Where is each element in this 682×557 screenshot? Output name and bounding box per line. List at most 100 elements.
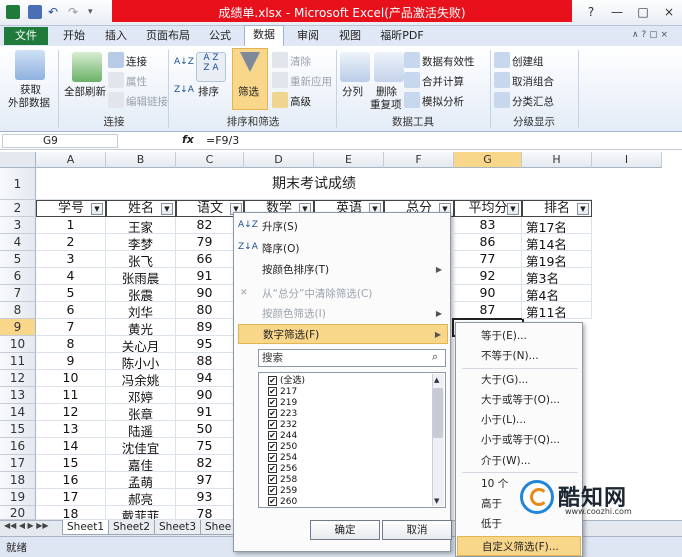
cell-chinese[interactable]: 80 <box>176 302 234 319</box>
cell-average[interactable]: 92 <box>454 268 522 285</box>
cell-name[interactable]: 沈佳宜 <box>106 438 176 455</box>
redo-icon[interactable]: ↷ <box>68 5 82 19</box>
cell-rank[interactable]: 第14名 <box>522 234 592 251</box>
cell-average[interactable]: 90 <box>454 285 522 302</box>
row-header[interactable]: 9 <box>0 319 36 336</box>
cell-id[interactable]: 6 <box>36 302 106 319</box>
tab-home[interactable]: 开始 <box>56 27 92 45</box>
cell-id[interactable]: 13 <box>36 421 106 438</box>
row-header[interactable]: 5 <box>0 251 36 268</box>
cell-name[interactable]: 张震 <box>106 285 176 302</box>
subtotal-button[interactable]: 分类汇总 <box>512 94 554 109</box>
tab-file[interactable]: 文件 <box>4 27 48 45</box>
cell-chinese[interactable]: 88 <box>176 353 234 370</box>
cell-name[interactable]: 戴菲菲 <box>106 506 176 520</box>
menu-filter-by-color[interactable]: 按颜色筛选(I) ▶ <box>238 304 448 324</box>
row-header[interactable]: 3 <box>0 217 36 234</box>
maximize-button[interactable]: □ <box>630 3 656 21</box>
insert-function-icon[interactable]: fx <box>182 133 194 146</box>
cell-chinese[interactable]: 89 <box>176 319 234 336</box>
menu-clear-filter[interactable]: 从“总分”中清除筛选(C) <box>238 284 448 304</box>
cell-name[interactable]: 关心月 <box>106 336 176 353</box>
cell-rank[interactable]: 第11名 <box>522 302 592 319</box>
cell-average[interactable]: 86 <box>454 234 522 251</box>
sort-az-icon[interactable]: A↓Z <box>174 58 194 74</box>
sheet-title[interactable]: 期末考试成绩 <box>36 168 592 200</box>
cell-id[interactable]: 1 <box>36 217 106 234</box>
filter-dropdown-button[interactable]: ▼ <box>91 203 103 215</box>
undo-icon[interactable]: ↶ <box>48 5 62 19</box>
help-icon[interactable]: ? <box>578 3 604 21</box>
submenu-greater-or-equal[interactable]: 大于或等于(O)... <box>457 390 581 410</box>
row-header[interactable]: 15 <box>0 421 36 438</box>
ribbon-collapse-icon[interactable]: ∧ ? ▢ × <box>632 30 668 40</box>
row-header[interactable]: 2 <box>0 200 36 217</box>
cell-id[interactable]: 11 <box>36 387 106 404</box>
column-header-h[interactable]: H <box>522 152 592 168</box>
tab-review[interactable]: 审阅 <box>290 27 326 45</box>
cell-id[interactable]: 17 <box>36 489 106 506</box>
sort-button[interactable]: 排序 <box>198 84 219 99</box>
row-header[interactable]: 11 <box>0 353 36 370</box>
cell-average[interactable]: 77 <box>454 251 522 268</box>
cell-chinese[interactable]: 93 <box>176 489 234 506</box>
column-header-a[interactable]: A <box>36 152 106 168</box>
cell-id[interactable]: 15 <box>36 455 106 472</box>
tab-formulas[interactable]: 公式 <box>202 27 238 45</box>
cell-rank[interactable]: 第4名 <box>522 285 592 302</box>
customize-toolbar-icon[interactable]: ▾ <box>88 5 102 19</box>
cell-name[interactable]: 冯余姚 <box>106 370 176 387</box>
cancel-button[interactable]: 取消 <box>382 520 452 540</box>
cell-rank[interactable]: 第3名 <box>522 268 592 285</box>
tab-view[interactable]: 视图 <box>332 27 368 45</box>
cell-average[interactable]: 87 <box>454 302 522 319</box>
cell-chinese[interactable]: 82 <box>176 455 234 472</box>
remove-duplicates-line2[interactable]: 重复项 <box>370 97 402 112</box>
submenu-below-average[interactable]: 低于 <box>457 514 581 534</box>
cell-id[interactable]: 10 <box>36 370 106 387</box>
cell-chinese[interactable]: 79 <box>176 234 234 251</box>
column-header-i[interactable]: I <box>592 152 662 168</box>
properties-button[interactable]: 属性 <box>126 74 147 89</box>
tab-data[interactable]: 数据 <box>244 25 284 47</box>
cell-id[interactable]: 5 <box>36 285 106 302</box>
cell-name[interactable]: 孟萌 <box>106 472 176 489</box>
cell-chinese[interactable]: 91 <box>176 268 234 285</box>
connections-button[interactable]: 连接 <box>126 54 147 69</box>
cell-name[interactable]: 张章 <box>106 404 176 421</box>
tab-insert[interactable]: 插入 <box>98 27 134 45</box>
filter-value-item[interactable]: ✔ 260 <box>268 496 297 508</box>
column-header-e[interactable]: E <box>314 152 384 168</box>
submenu-equals[interactable]: 等于(E)... <box>457 326 581 346</box>
scroll-down-icon[interactable]: ▼ <box>434 497 439 505</box>
reapply-button[interactable]: 重新应用 <box>290 74 332 89</box>
get-external-data-line2[interactable]: 外部数据 <box>8 95 50 110</box>
column-header-f[interactable]: F <box>384 152 454 168</box>
row-header[interactable]: 1 <box>0 168 36 200</box>
ungroup-button[interactable]: 取消组合 <box>512 74 554 89</box>
ok-button[interactable]: 确定 <box>310 520 380 540</box>
column-header-c[interactable]: C <box>176 152 244 168</box>
row-header[interactable]: 8 <box>0 302 36 319</box>
submenu-custom-filter[interactable]: 自定义筛选(F)... <box>457 536 581 556</box>
cell-id[interactable]: 4 <box>36 268 106 285</box>
sheet-tab-sheet3[interactable]: Sheet3 <box>154 520 202 535</box>
cell-average[interactable]: 83 <box>454 217 522 234</box>
cell-id[interactable]: 9 <box>36 353 106 370</box>
cell-name[interactable]: 张飞 <box>106 251 176 268</box>
submenu-not-equal[interactable]: 不等于(N)... <box>457 346 581 366</box>
row-header[interactable]: 7 <box>0 285 36 302</box>
save-icon[interactable] <box>28 5 42 19</box>
cell-id[interactable]: 8 <box>36 336 106 353</box>
row-header[interactable]: 19 <box>0 489 36 506</box>
cell-name[interactable]: 陆遥 <box>106 421 176 438</box>
cell-chinese[interactable]: 50 <box>176 421 234 438</box>
tab-page-layout[interactable]: 页面布局 <box>140 27 196 45</box>
filter-dropdown-button[interactable]: ▼ <box>507 203 519 215</box>
advanced-filter-button[interactable]: 高级 <box>290 94 311 109</box>
edit-links-button[interactable]: 编辑链接 <box>126 94 168 109</box>
row-header[interactable]: 14 <box>0 404 36 421</box>
submenu-less-than[interactable]: 小于(L)... <box>457 410 581 430</box>
select-all-corner[interactable] <box>0 152 36 168</box>
column-header-g[interactable]: G <box>454 152 522 168</box>
